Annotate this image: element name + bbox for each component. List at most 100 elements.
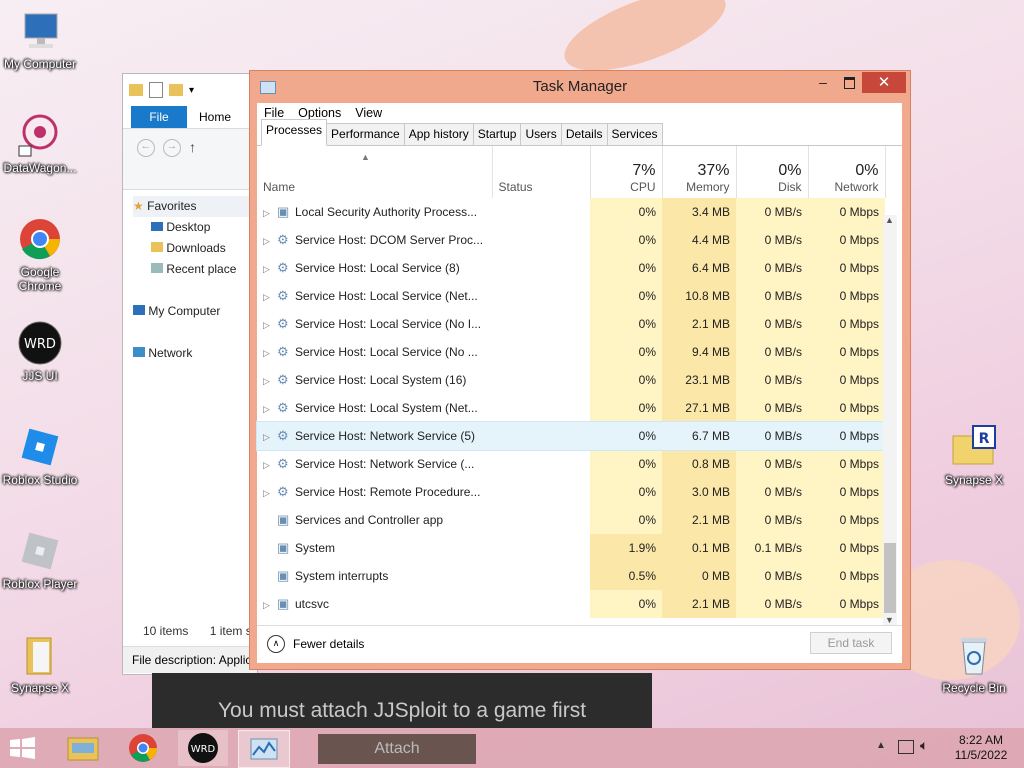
desktop-icon-datawagon[interactable]: DataWagon... (2, 112, 78, 175)
process-memory-cell: 0.8 MB (662, 450, 736, 478)
expand-arrow-icon[interactable]: ▷ (263, 376, 277, 387)
end-task-button[interactable]: End task (810, 632, 892, 654)
app-window-icon: ▣ (277, 596, 290, 611)
expand-arrow-icon[interactable]: ▷ (263, 320, 277, 331)
desktop-icon-roblox-studio[interactable]: Roblox Studio (2, 424, 78, 487)
tab-processes[interactable]: Processes (261, 119, 328, 146)
taskbar-file-explorer[interactable] (58, 730, 108, 766)
process-cpu-cell: 0.5% (590, 562, 662, 590)
tab-users[interactable]: Users (520, 123, 562, 145)
table-row[interactable]: ▷ ⚙ Service Host: Network Service (... 0% 0.… (257, 450, 885, 478)
folder-icon[interactable] (129, 84, 143, 96)
memory-total: 37% (697, 162, 730, 179)
nav-item-network[interactable]: Network (133, 343, 257, 364)
menu-file[interactable]: File (257, 106, 291, 120)
new-folder-icon[interactable] (169, 84, 183, 96)
properties-icon[interactable] (149, 82, 163, 98)
taskbar-chrome[interactable] (118, 730, 168, 766)
nav-item-downloads[interactable]: Downloads (133, 238, 257, 259)
process-name: Service Host: Local Service (No I... (295, 317, 482, 331)
ribbon-tab-file[interactable]: File (131, 106, 187, 128)
tab-services[interactable]: Services (606, 123, 663, 145)
column-status[interactable]: Status (492, 146, 591, 198)
table-row[interactable]: ▷ ⚙ Service Host: Local Service (Net... 0% 1… (257, 282, 885, 310)
expand-arrow-icon[interactable]: ▷ (263, 292, 277, 303)
desktop-icon-google-chrome[interactable]: Google Chrome (2, 216, 78, 293)
back-icon[interactable]: ← (137, 139, 155, 157)
task-manager-window[interactable]: Task Manager – ✕ File Options View Proce… (249, 70, 911, 670)
scroll-down-icon[interactable]: ▼ (885, 615, 894, 625)
expand-arrow-icon[interactable]: ▷ (263, 208, 277, 219)
table-row[interactable]: ▷ ⚙ Service Host: Local Service (No ... 0% 9… (257, 338, 885, 366)
network-tray-icon[interactable] (898, 740, 914, 754)
table-row[interactable]: ▷ ⚙ Service Host: Network Service (5) 0% 6.7… (256, 421, 886, 451)
tab-performance[interactable]: Performance (326, 123, 405, 145)
process-name: Services and Controller app (295, 513, 444, 527)
taskbar-jjsploit[interactable]: WRD (178, 730, 228, 766)
maximize-button[interactable] (836, 73, 862, 93)
column-disk[interactable]: 0% Disk (736, 146, 809, 198)
scrollbar-thumb[interactable] (884, 543, 896, 613)
expand-arrow-icon[interactable]: ▷ (263, 348, 277, 359)
desktop-icon-jjs-ui[interactable]: WRD JJS UI (2, 320, 78, 383)
menu-options[interactable]: Options (291, 106, 348, 120)
nav-label: Downloads (166, 241, 226, 255)
nav-item-favorites[interactable]: ★ Favorites (133, 196, 257, 217)
expand-arrow-icon[interactable]: ▷ (263, 264, 277, 275)
file-explorer-window[interactable]: ▾ File Home ← → ↑ ★ Favorites Desktop Do… (122, 73, 258, 675)
menu-view[interactable]: View (348, 106, 389, 120)
clock-date: 11/5/2022 (954, 748, 1008, 762)
table-row[interactable]: ▷ ⚙ Service Host: DCOM Server Proc... 0% 4.4… (257, 226, 885, 254)
ribbon-tab-home[interactable]: Home (187, 106, 243, 128)
chevron-down-icon[interactable]: ▾ (189, 85, 194, 96)
expand-arrow-icon[interactable]: ▷ (263, 404, 277, 415)
column-cpu[interactable]: 7% CPU (590, 146, 663, 198)
table-row[interactable]: ▣ System interrupts 0.5% 0 MB 0 MB/s 0 Mbps (257, 562, 885, 590)
expand-arrow-icon[interactable]: ▷ (263, 600, 277, 611)
process-memory-cell: 6.4 MB (662, 254, 736, 282)
nav-item-recent-places[interactable]: Recent place (133, 259, 257, 280)
tab-details[interactable]: Details (560, 123, 608, 145)
column-network[interactable]: 0% Network (808, 146, 886, 198)
column-memory[interactable]: 37% Memory (662, 146, 737, 198)
expand-arrow-icon[interactable]: ▷ (263, 432, 277, 443)
minimize-button[interactable]: – (810, 73, 836, 93)
process-disk-cell: 0 MB/s (764, 429, 802, 443)
up-icon[interactable]: ↑ (189, 139, 196, 155)
tab-startup[interactable]: Startup (472, 123, 522, 145)
expand-arrow-icon[interactable]: ▷ (263, 236, 277, 247)
desktop-icon-recycle-bin[interactable]: Recycle Bin (936, 632, 1012, 695)
taskbar-task-manager[interactable] (238, 730, 290, 768)
volume-icon[interactable]: 🔈︎ (920, 737, 928, 754)
start-button[interactable] (8, 736, 38, 760)
desktop-icon-my-computer[interactable]: My Computer (2, 8, 78, 71)
table-row[interactable]: ▷ ⚙ Service Host: Local Service (8) 0% 6.4 M… (257, 254, 885, 282)
desktop-icon-roblox-player[interactable]: Roblox Player (2, 528, 78, 591)
tab-app-history[interactable]: App history (403, 123, 474, 145)
clock[interactable]: 8:22 AM 11/5/2022 (946, 733, 1016, 763)
column-name[interactable]: ▲ Name (257, 146, 493, 198)
show-hidden-icons[interactable]: ▲ (876, 740, 886, 751)
table-row[interactable]: ▷ ⚙ Service Host: Local System (Net... 0% 27… (257, 394, 885, 422)
table-row[interactable]: ▷ ▣ Local Security Authority Process... 0% 3… (257, 198, 885, 226)
nav-item-my-computer[interactable]: My Computer (133, 301, 257, 322)
table-row[interactable]: ▷ ⚙ Service Host: Local System (16) 0% 23.1 … (257, 366, 885, 394)
expand-arrow-icon[interactable]: ▷ (263, 488, 277, 499)
close-button[interactable]: ✕ (862, 72, 906, 93)
expand-arrow-icon[interactable]: ▷ (263, 460, 277, 471)
table-row[interactable]: ▷ ⚙ Service Host: Local Service (No I... 0%… (257, 310, 885, 338)
forward-icon[interactable]: → (163, 139, 181, 157)
desktop-icon-synapse-x-left[interactable]: Synapse X (2, 632, 78, 695)
column-label: Memory (686, 180, 730, 194)
desktop-icon-synapse-x-right[interactable]: R Synapse X (936, 424, 1012, 487)
process-cpu-cell: 0% (590, 450, 662, 478)
attach-button[interactable]: Attach (318, 734, 476, 764)
nav-item-desktop[interactable]: Desktop (133, 217, 257, 238)
fewer-details-button[interactable]: ∧ Fewer details (267, 635, 364, 653)
table-row[interactable]: ▷ ⚙ Service Host: Remote Procedure... 0% 3.0… (257, 478, 885, 506)
table-row[interactable]: ▣ System 1.9% 0.1 MB 0.1 MB/s 0 Mbps (257, 534, 885, 562)
network-total: 0% (855, 162, 879, 179)
table-row[interactable]: ▣ Services and Controller app 0% 2.1 MB 0 MB… (257, 506, 885, 534)
table-row[interactable]: ▷ ▣ utcsvc 0% 2.1 MB 0 MB/s 0 Mbps (257, 590, 885, 618)
scroll-up-icon[interactable]: ▲ (885, 215, 894, 225)
